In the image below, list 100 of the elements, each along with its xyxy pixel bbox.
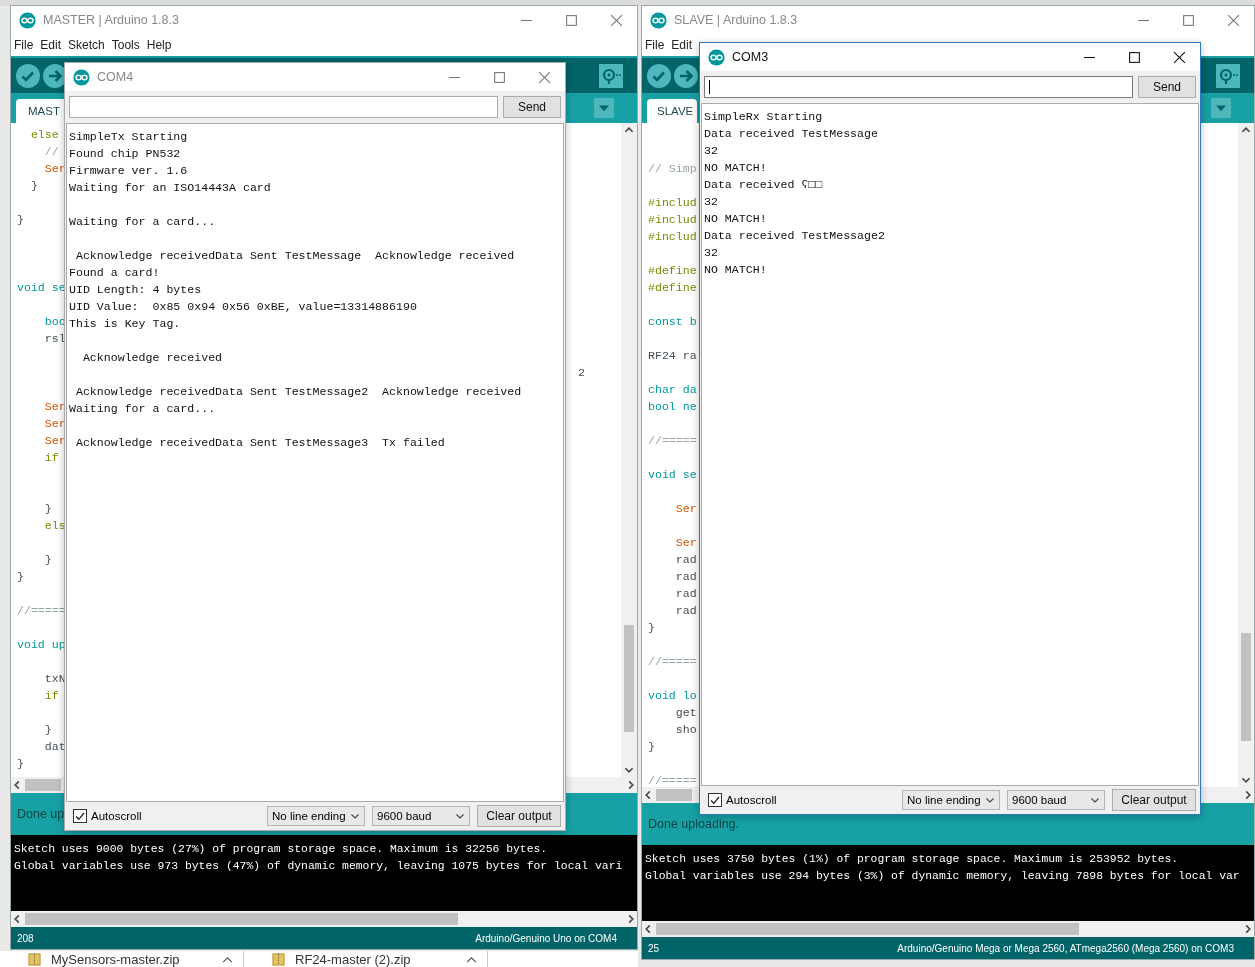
menu-item[interactable]: Tools [111, 38, 140, 52]
output-line: 32 [704, 246, 718, 259]
scrollbar-thumb[interactable] [25, 913, 459, 925]
output-line: Waiting for a card... [69, 402, 216, 415]
message-input-field[interactable] [69, 96, 498, 118]
window-title: SLAVE | Arduino 1.8.3 [674, 13, 799, 27]
code-line: } [17, 213, 24, 226]
autoscroll-label: Autoscroll [726, 794, 777, 806]
output-line: UID Value: 0x85 0x94 0x56 0xBE, value=13314886190 [69, 300, 417, 313]
code-line: dat [43, 740, 66, 753]
line-ending-dropdown[interactable]: No line ending [902, 790, 1000, 810]
arduino-logo-icon [650, 11, 667, 29]
code-line: // [43, 145, 59, 158]
output-line: Found chip PN532 [69, 147, 181, 160]
status-message: Done up [17, 807, 65, 821]
code-line: sho [674, 723, 697, 736]
output-line: UID Length: 4 bytes [69, 283, 202, 296]
output-line: NO MATCH! [704, 263, 767, 276]
code-line: } [43, 723, 52, 736]
code-line: void lo [648, 689, 697, 702]
output-line: SimpleTx Starting [69, 130, 188, 143]
chevron-down-icon [985, 795, 995, 805]
menu-item[interactable]: File [14, 38, 34, 52]
baud-rate-dropdown[interactable]: 9600 baud [1007, 790, 1105, 810]
output-line: Data received TestMessage2 [704, 229, 885, 242]
download-item[interactable]: MySensors-master.zip [0, 951, 244, 967]
window-title: COM3 [732, 50, 770, 64]
verify-check-icon[interactable] [647, 63, 671, 88]
console-line: Sketch uses 9000 bytes (27%) of program storage space. Maximum is 32256 bytes. [14, 842, 549, 857]
send-button[interactable]: Send [1138, 76, 1196, 98]
scrollbar-thumb[interactable] [656, 789, 692, 801]
code-line: rad [674, 587, 697, 600]
menu-item[interactable]: File [645, 38, 665, 52]
scrollbar-thumb[interactable] [25, 779, 61, 791]
code-line: //===== [648, 655, 697, 668]
maximize-icon[interactable] [1128, 50, 1141, 64]
code-line: #includ [648, 196, 697, 209]
output-line: Found a card! [69, 266, 160, 279]
vertical-scrollbar[interactable] [621, 123, 637, 777]
scrollbar-thumb[interactable] [1241, 633, 1251, 742]
menu-item[interactable]: Edit [671, 38, 693, 52]
code-line: } [29, 179, 38, 192]
code-line: } [648, 740, 655, 753]
code-line: } [17, 570, 24, 583]
scrollbar-thumb[interactable] [656, 923, 1080, 935]
code-line: rad [674, 604, 697, 617]
output-line: Waiting for an ISO14443A card [69, 181, 271, 194]
clear-output-button[interactable]: Clear output [1112, 789, 1196, 811]
code-line: char da [648, 383, 697, 396]
status-message: Done uploading. [648, 817, 740, 831]
serial-monitor-icon[interactable] [599, 63, 623, 88]
zip-file-icon [272, 952, 285, 966]
serial-monitor-icon[interactable] [1216, 63, 1240, 88]
sketch-tab[interactable]: SLAVE [647, 99, 698, 123]
autoscroll-checkbox[interactable] [708, 793, 722, 807]
menu-item[interactable]: Help [146, 38, 172, 52]
output-line: NO MATCH! [704, 161, 767, 174]
code-line: else [29, 128, 59, 141]
autoscroll-checkbox[interactable] [73, 809, 87, 823]
board-info: Arduino/Genuino Mega or Mega 2560, ATmega2560 (Mega 2560) on COM3 [897, 942, 1234, 954]
code-line: Ser [43, 417, 66, 430]
download-item[interactable]: RF24-master (2).zip [244, 951, 488, 967]
code-line: void se [648, 468, 697, 481]
verify-check-icon[interactable] [16, 63, 40, 88]
send-button[interactable]: Send [503, 96, 561, 118]
code-line: rad [674, 570, 697, 583]
menu-item[interactable]: Sketch [68, 38, 105, 52]
arduino-logo-icon [73, 68, 90, 86]
caret-up-icon[interactable] [222, 955, 233, 963]
clear-output-button[interactable]: Clear output [477, 805, 561, 827]
arduino-logo-icon [19, 11, 36, 29]
scrollbar-thumb[interactable] [624, 625, 634, 732]
output-line: Acknowledge receivedData Sent TestMessage2 Acknowledge received [74, 385, 522, 398]
window-title: MASTER | Arduino 1.8.3 [43, 13, 180, 27]
code-line: rsl [43, 332, 66, 345]
output-line: Data received TestMessage [704, 127, 878, 140]
message-input-field[interactable] [704, 76, 1133, 98]
code-line: 2 [578, 365, 585, 381]
chevron-down-icon [1090, 795, 1100, 805]
vertical-scrollbar[interactable] [1238, 123, 1254, 787]
code-line: if [43, 451, 59, 464]
output-line: Waiting for a card... [69, 215, 216, 228]
output-line: 32 [704, 195, 718, 208]
output-line: NO MATCH! [704, 212, 767, 225]
baud-rate-dropdown[interactable]: 9600 baud [372, 806, 470, 826]
output-line: Acknowledge receivedData Sent TestMessage3 Tx failed [74, 436, 445, 449]
menu-item[interactable]: Edit [40, 38, 62, 52]
board-info: Arduino/Genuino Uno on COM4 [475, 932, 617, 944]
output-line: This is Key Tag. [69, 317, 181, 330]
output-line: Acknowledge receivedData Sent TestMessage Acknowledge received [74, 249, 515, 262]
line-ending-dropdown[interactable]: No line ending [267, 806, 365, 826]
code-line: Ser [674, 536, 697, 549]
line-number: 208 [17, 932, 34, 944]
code-line: //===== [648, 774, 697, 787]
caret-up-icon[interactable] [466, 955, 477, 963]
console-line: Global variables use 973 bytes (47%) of dynamic memory, leaving 1075 bytes for local vari [14, 859, 624, 874]
code-line: #define [648, 264, 697, 277]
code-line: Ser [43, 162, 66, 175]
close-icon[interactable] [1173, 50, 1186, 64]
code-line: Ser [43, 400, 66, 413]
